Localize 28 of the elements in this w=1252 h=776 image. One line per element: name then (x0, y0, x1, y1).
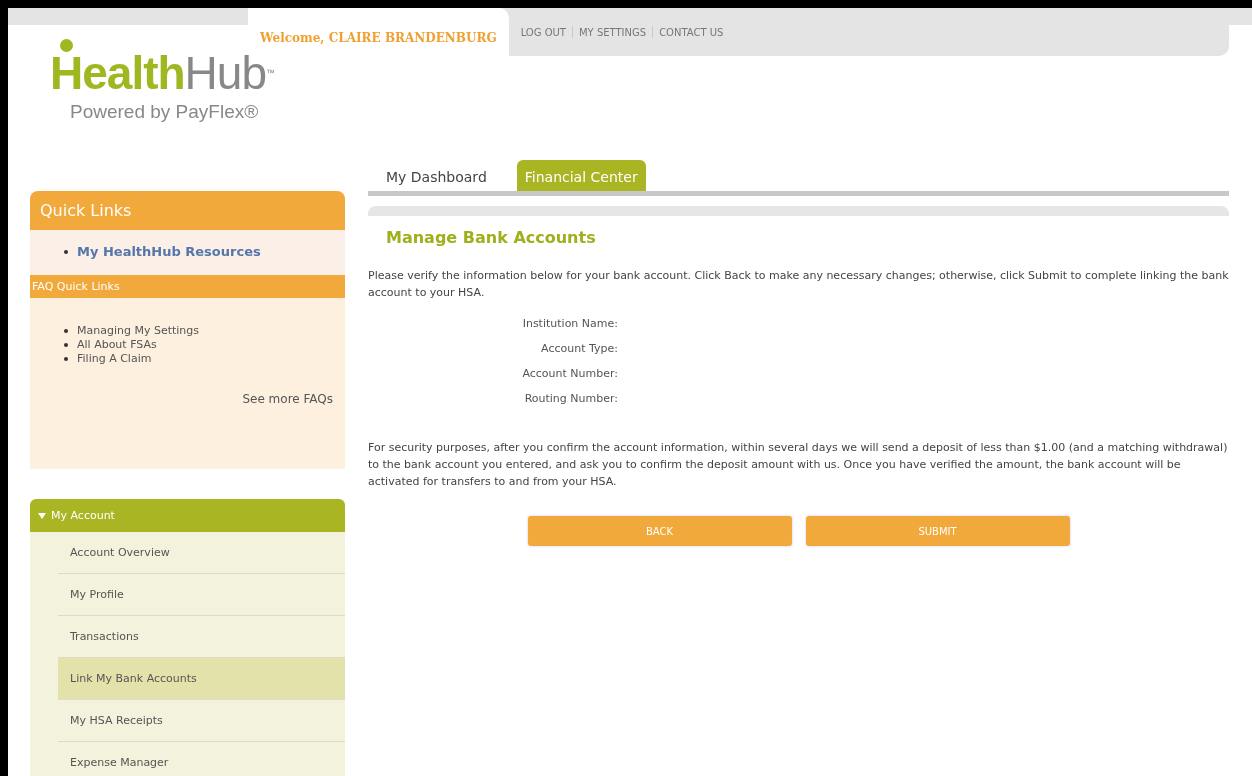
account-menu-item[interactable]: My Profile (58, 574, 345, 616)
account-menu-item[interactable]: My HSA Receipts (58, 700, 345, 742)
logo-tagline: Powered by PayFlex® (70, 101, 259, 123)
account-menu-item[interactable]: Link My Bank Accounts (58, 658, 345, 700)
account-menu-item[interactable]: Expense Manager (58, 742, 345, 776)
header-link[interactable]: CONTACT US (659, 26, 724, 38)
quick-links-title: Quick Links (30, 191, 345, 230)
faq-link[interactable]: Managing My Settings (77, 324, 200, 338)
resources-link[interactable]: My HealthHub Resources (77, 244, 261, 259)
field-label: Routing Number: (524, 392, 618, 405)
bullet-icon (64, 357, 68, 361)
bullet-icon (64, 343, 68, 347)
field-label: Institution Name: (522, 317, 618, 330)
account-menu-item[interactable]: Account Overview (58, 532, 345, 574)
field-label: Account Type: (541, 342, 618, 355)
faq-link[interactable]: Filing A Claim (77, 352, 152, 366)
faq-title: FAQ Quick Links (30, 275, 345, 298)
field-label: Account Number: (522, 367, 618, 380)
notice-text: For security purposes, after you confirm the account information, within several days we will send a deposit of less than $1.00 (and a matching withdrawal) to the bank account you entered, and ask you to confirm the deposit amount with us. Once you have verified the amount, the bank account will be activated for transfers to and from your HSA. (368, 440, 1229, 490)
nav-tab[interactable]: My Dashboard (378, 160, 495, 191)
see-more-faqs-link[interactable]: See more FAQs (242, 392, 333, 406)
header-link[interactable]: LOG OUT (520, 26, 566, 38)
intro-text: Please verify the information below for your bank account. Click Back to make any necessary changes; otherwise, click Submit to complete linking the bank account to your HSA. (368, 268, 1229, 301)
bullet-icon (64, 329, 68, 333)
bullet-icon (64, 249, 68, 254)
page-title: Manage Bank Accounts (386, 228, 597, 247)
faq-link[interactable]: All About FSAs (77, 338, 157, 352)
header-link[interactable]: MY SETTINGS (578, 26, 647, 38)
